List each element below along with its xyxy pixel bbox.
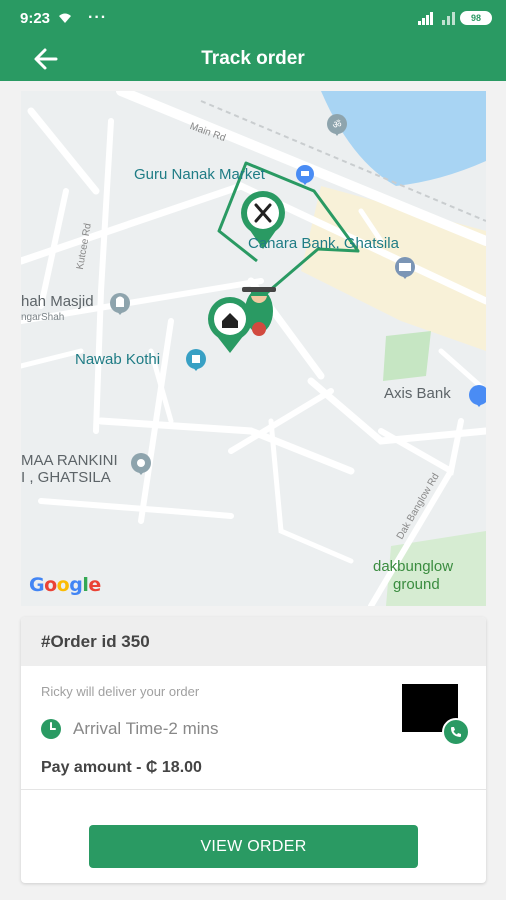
map-label-maa-rankini-2: I , GHATSILA [21,469,111,486]
status-time: 9:23 [20,9,51,27]
map-label-shah-masjid: hah Masjid [21,293,94,310]
map-view[interactable]: ॐ Main Rd Guru Nanak Market Canara Bank,… [21,91,486,606]
park-area [383,331,431,381]
arrival-time: Arrival Time-2 mins [73,719,219,738]
arrival-row: Arrival Time-2 mins [41,719,218,739]
map-label-ground: ground [393,576,440,593]
home-icon [208,297,252,353]
shopping-cart-pin [296,165,314,185]
svg-text:ॐ: ॐ [332,119,341,131]
mosque-pin [110,293,130,315]
delivery-text: Ricky will deliver your order [41,684,200,699]
map-label-maa-rankini: MAA RANKINI [21,452,118,469]
water-area [321,91,486,186]
map-label-guru-nanak: Guru Nanak Market [134,166,265,183]
divider [21,789,486,790]
order-card: #Order id 350 Ricky will deliver your or… [21,617,486,883]
signal-icon [418,12,433,25]
view-order-button[interactable]: VIEW ORDER [89,825,418,868]
pay-amount: Pay amount - ₵ 18.00 [41,759,202,776]
monument-pin [186,349,206,371]
battery-icon: 98 [460,11,492,25]
bank-pin [469,385,486,407]
status-right: 98 [418,11,492,25]
map-label-dakbunglow: dakbunglow [373,558,454,575]
status-bar: 9:23 ··· 98 [0,0,506,36]
wifi-icon [59,13,72,23]
map-label-canara-bank: Canara Bank, Ghatsila [248,235,399,252]
page-title: Track order [201,47,305,69]
map-label-nawab-kothi: Nawab Kothi [75,351,161,368]
clock-icon [41,719,61,739]
signal-icon-2 [442,12,455,25]
order-id: #Order id 350 [21,617,486,666]
phone-icon [451,727,461,737]
map-label-gar-shah: ngarShah [21,312,65,323]
google-logo: Google [29,574,101,596]
call-button[interactable] [442,718,470,746]
map-label-axis-bank: Axis Bank [384,385,451,402]
arrow-left-icon[interactable] [32,45,60,73]
notification-dots: ··· [88,9,108,26]
app-bar: Track order [0,36,506,81]
